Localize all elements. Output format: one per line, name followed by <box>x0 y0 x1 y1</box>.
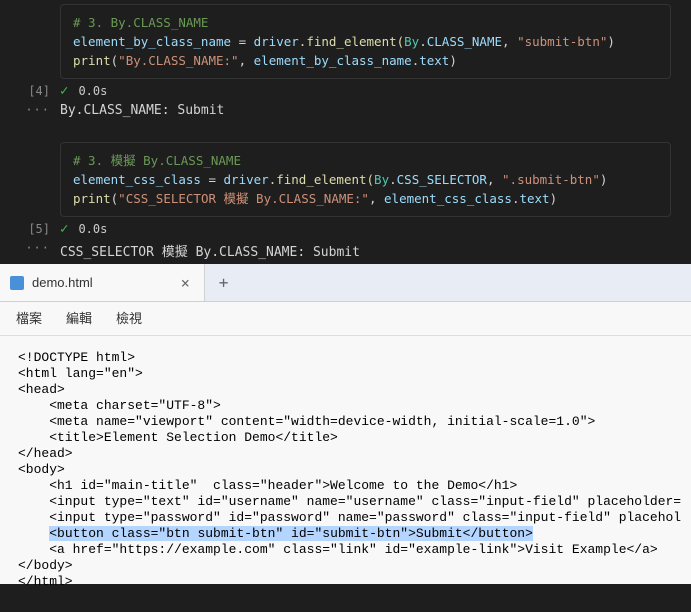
source-line: </html> <box>18 574 673 590</box>
code-line: element_css_class = driver.find_element(… <box>73 170 658 189</box>
check-icon: ✓ <box>60 221 68 237</box>
cell-index: [4] <box>16 84 50 98</box>
notebook-area: # 3. By.CLASS_NAME element_by_class_name… <box>0 0 691 260</box>
comment: # 3. By.CLASS_NAME <box>73 15 208 30</box>
ellipsis-icon[interactable]: ··· <box>16 103 50 117</box>
source-line: <meta charset="UTF-8"> <box>18 398 673 414</box>
output-row: ··· CSS_SELECTOR 模擬 By.CLASS_NAME: Submi… <box>16 241 671 260</box>
source-line: <!DOCTYPE html> <box>18 350 673 366</box>
source-line: <a href="https://example.com" class="lin… <box>18 542 673 558</box>
comment: # 3. 模擬 By.CLASS_NAME <box>73 153 241 168</box>
source-line: <input type="password" id="password" nam… <box>18 510 673 526</box>
check-icon: ✓ <box>60 83 68 99</box>
source-line: <meta name="viewport" content="width=dev… <box>18 414 673 430</box>
source-line: </body> <box>18 558 673 574</box>
cell-output: CSS_SELECTOR 模擬 By.CLASS_NAME: Submit <box>60 241 360 260</box>
cell-output: By.CLASS_NAME: Submit <box>60 103 224 118</box>
exec-time: 0.0s <box>78 222 107 236</box>
exec-time: 0.0s <box>78 84 107 98</box>
menu-bar: 檔案 編輯 檢視 <box>0 302 691 336</box>
output-row: ··· By.CLASS_NAME: Submit <box>16 103 671 118</box>
tab-title: demo.html <box>32 275 93 290</box>
tab-demo-html[interactable]: demo.html × <box>0 264 205 301</box>
source-line: </head> <box>18 446 673 462</box>
source-line: <body> <box>18 462 673 478</box>
code-cell-2[interactable]: # 3. 模擬 By.CLASS_NAME element_css_class … <box>60 142 671 217</box>
menu-file[interactable]: 檔案 <box>16 308 42 327</box>
code-line: print("By.CLASS_NAME:", element_by_class… <box>73 51 658 70</box>
highlighted-selection: <button class="btn submit-btn" id="submi… <box>49 526 533 541</box>
source-line: <h1 id="main-title" class="header">Welco… <box>18 478 673 494</box>
ellipsis-icon[interactable]: ··· <box>16 241 50 255</box>
source-line: <head> <box>18 382 673 398</box>
source-line: <html lang="en"> <box>18 366 673 382</box>
execution-status-row: [4] ✓ 0.0s <box>16 83 671 99</box>
source-line-selected: <button class="btn submit-btn" id="submi… <box>18 526 673 542</box>
file-icon <box>10 276 24 290</box>
menu-view[interactable]: 檢視 <box>116 308 142 327</box>
code-line: element_by_class_name = driver.find_elem… <box>73 32 658 51</box>
execution-status-row: [5] ✓ 0.0s <box>16 221 671 237</box>
tab-bar: demo.html × + <box>0 264 691 302</box>
code-cell-1[interactable]: # 3. By.CLASS_NAME element_by_class_name… <box>60 4 671 79</box>
editor-content[interactable]: <!DOCTYPE html><html lang="en"><head> <m… <box>0 336 691 604</box>
menu-edit[interactable]: 編輯 <box>66 308 92 327</box>
cell-index: [5] <box>16 222 50 236</box>
code-line: print("CSS_SELECTOR 模擬 By.CLASS_NAME:", … <box>73 189 658 208</box>
close-icon[interactable]: × <box>181 274 190 292</box>
source-line: <input type="text" id="username" name="u… <box>18 494 673 510</box>
source-line: <title>Element Selection Demo</title> <box>18 430 673 446</box>
new-tab-button[interactable]: + <box>205 273 243 292</box>
text-editor-window: demo.html × + 檔案 編輯 檢視 <!DOCTYPE html><h… <box>0 264 691 584</box>
